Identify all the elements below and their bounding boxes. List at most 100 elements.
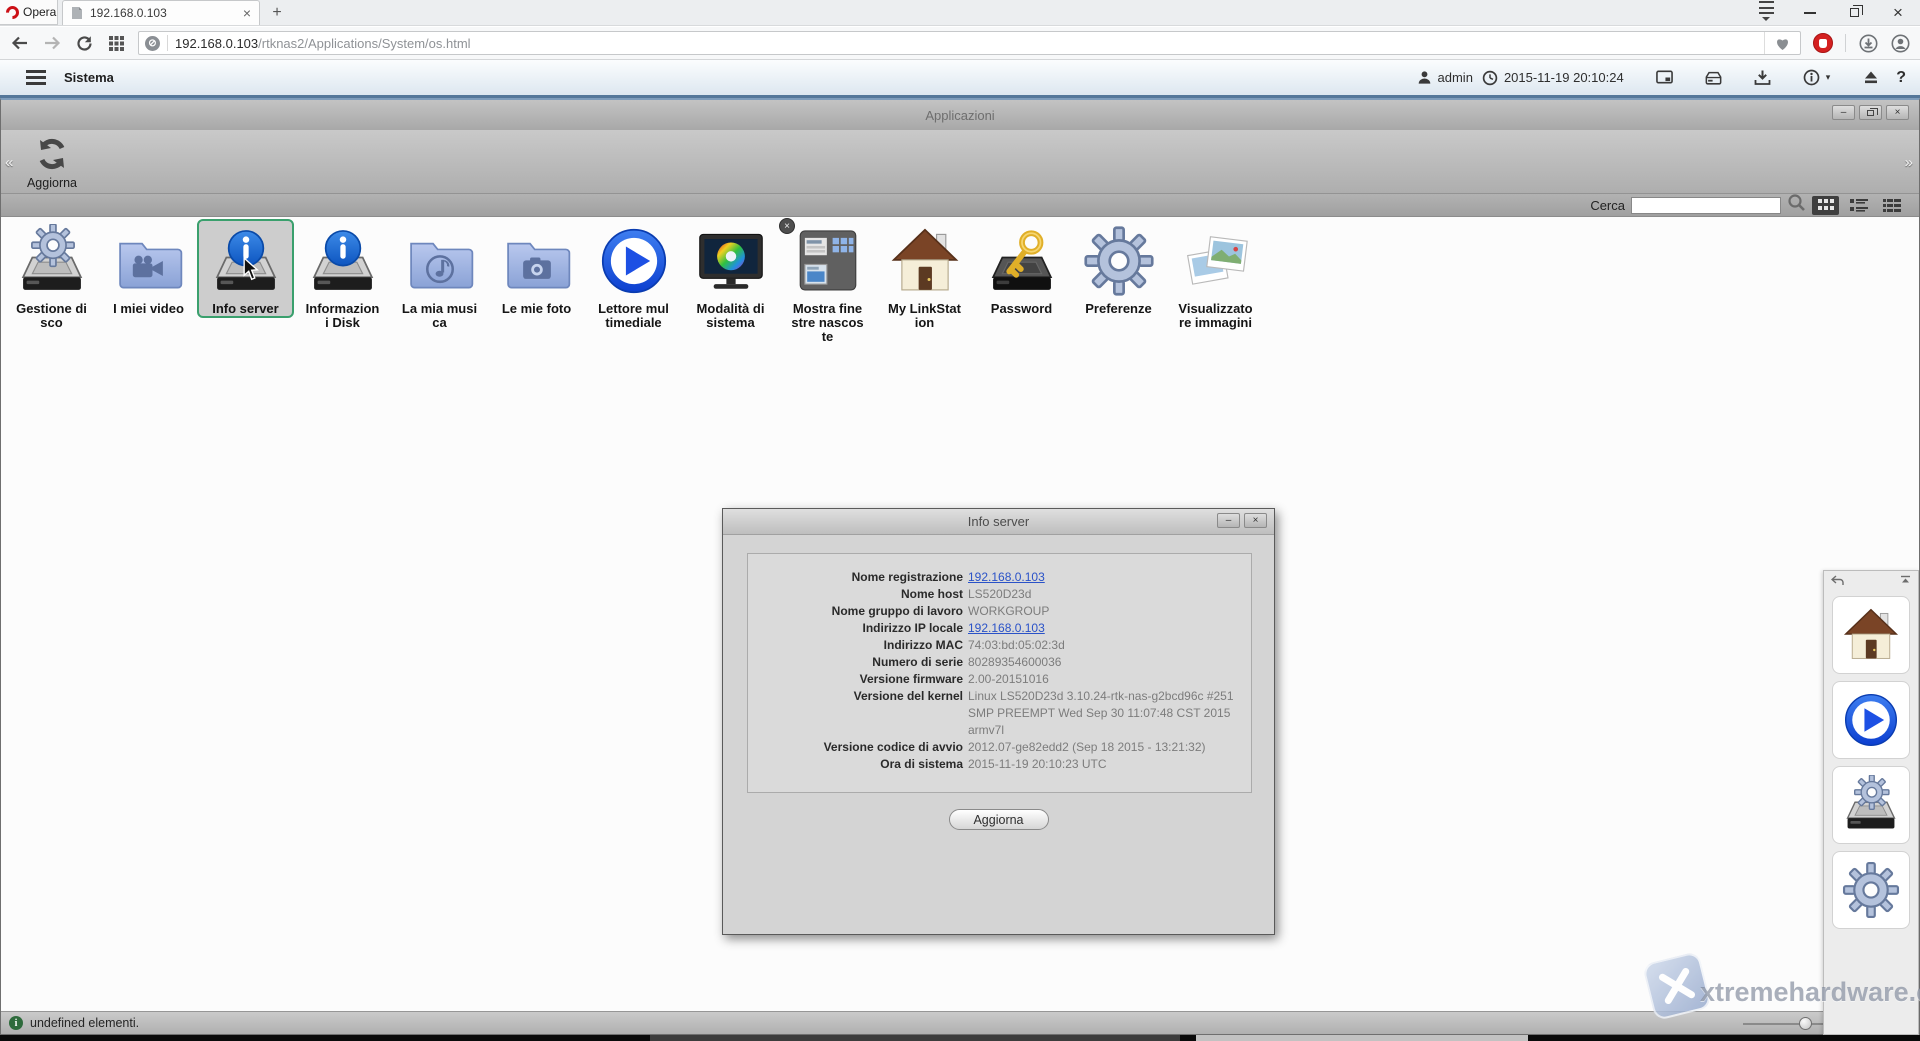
collapse-toolbar-icon[interactable]: « <box>5 154 13 171</box>
downloads-icon[interactable] <box>1858 33 1878 53</box>
app-item[interactable]: Gestione disco <box>3 219 100 330</box>
app-item[interactable]: × Mostra finestre nascoste <box>779 219 876 344</box>
browser-tab-bar: Opera 192.168.0.103 × + × <box>0 0 1920 26</box>
new-tab-button[interactable]: + <box>260 0 294 25</box>
panel-back-icon[interactable] <box>1831 573 1844 591</box>
applications-titlebar[interactable]: Applicazioni – × <box>1 100 1919 130</box>
system-clock[interactable]: 2015-11-19 20:10:24 <box>1482 69 1624 86</box>
app-label: Le mie foto <box>502 302 571 316</box>
speed-dial-button[interactable] <box>106 33 126 53</box>
help-button[interactable]: ? <box>1896 69 1906 87</box>
applications-title: Applicazioni <box>925 108 994 123</box>
row-label: Nome host <box>748 586 968 603</box>
zoom-slider-knob[interactable] <box>1799 1017 1812 1030</box>
search-icon[interactable] <box>1787 193 1806 217</box>
url-field[interactable]: ⊘ 192.168.0.103/rtknas2/Applications/Sys… <box>138 31 1801 55</box>
gear-icon <box>1082 224 1156 298</box>
display-settings-icon[interactable] <box>1656 69 1673 86</box>
window-restore-button[interactable] <box>1859 105 1882 120</box>
bookmark-heart-icon[interactable] <box>1764 32 1800 54</box>
search-label: Cerca <box>1590 198 1625 213</box>
account-avatar-icon[interactable] <box>1890 33 1910 53</box>
view-details-button[interactable] <box>1878 196 1905 215</box>
close-button[interactable]: × <box>1876 0 1920 26</box>
dialog-refresh-button[interactable]: Aggiorna <box>949 809 1049 830</box>
dialog-row: Ora di sistema 2015-11-19 20:10:23 UTC <box>748 756 1251 773</box>
status-info-icon: i <box>9 1016 23 1030</box>
dropdown-arrow-icon: ▾ <box>1826 72 1831 83</box>
clock-icon <box>1482 69 1499 86</box>
url-host: 192.168.0.103 <box>175 36 258 51</box>
app-item[interactable]: Le mie foto <box>488 219 585 316</box>
menubar-title[interactable]: Sistema <box>64 70 114 85</box>
app-grid: Gestione disco I miei video Info server … <box>3 219 1264 344</box>
app-item[interactable]: My LinkStation <box>876 219 973 330</box>
reload-button[interactable] <box>74 33 94 53</box>
app-item[interactable]: Lettore multimediale <box>585 219 682 330</box>
panel-tile[interactable] <box>1832 851 1910 929</box>
back-button[interactable] <box>10 33 30 53</box>
app-label: Visualizzatore immagini <box>1178 302 1252 330</box>
logged-user[interactable]: admin <box>1416 69 1473 86</box>
tab-close-icon[interactable]: × <box>243 5 251 21</box>
taskbar-strip <box>0 1035 1920 1041</box>
panel-tile[interactable] <box>1832 596 1910 674</box>
opera-menu-button[interactable]: Opera <box>0 0 58 25</box>
quick-launch-panel <box>1823 570 1919 1035</box>
panel-tile[interactable] <box>1832 766 1910 844</box>
row-value: WORKGROUP <box>968 603 1251 620</box>
play-icon <box>1841 690 1901 750</box>
forward-button[interactable] <box>42 33 62 53</box>
status-bar: i undefined elementi. <box>1 1011 1919 1034</box>
row-label: Versione codice di avvio <box>748 739 968 756</box>
download-tray-icon[interactable] <box>1754 69 1771 86</box>
url-text[interactable]: 192.168.0.103/rtknas2/Applications/Syste… <box>175 36 1764 51</box>
view-grid-button[interactable] <box>1812 196 1839 215</box>
minimize-button[interactable] <box>1788 0 1832 26</box>
row-value: 192.168.0.103 <box>968 620 1251 637</box>
more-toolbar-icon[interactable]: » <box>1905 154 1913 171</box>
screen: Opera 192.168.0.103 × + × <box>0 0 1920 1041</box>
hamburger-menu-icon[interactable] <box>26 70 46 85</box>
app-item[interactable]: Visualizzatore immagini <box>1167 219 1264 330</box>
dialog-minimize-button[interactable]: – <box>1217 513 1240 528</box>
app-item[interactable]: Modalità disistema <box>682 219 779 330</box>
refresh-button[interactable]: Aggiorna <box>23 134 81 190</box>
app-label: My LinkStation <box>888 302 961 330</box>
info-menu[interactable]: ▾ <box>1803 69 1831 86</box>
panel-tile[interactable] <box>1832 681 1910 759</box>
dialog-row: Versione del kernel Linux LS520D23d 3.10… <box>748 688 1251 739</box>
app-item[interactable]: Preferenze <box>1070 219 1167 316</box>
key-disk-icon <box>985 224 1059 298</box>
search-input[interactable] <box>1631 197 1781 214</box>
dialog-row: Versione codice di avvio 2012.07-ge82edd… <box>748 739 1251 756</box>
view-list-button[interactable] <box>1845 196 1872 215</box>
info-icon <box>1803 69 1820 86</box>
close-hidden-badge-icon[interactable]: × <box>779 218 795 234</box>
app-item[interactable]: Password <box>973 219 1070 316</box>
app-item[interactable]: La mia musica <box>391 219 488 330</box>
app-label: Info server <box>212 302 278 316</box>
eject-icon[interactable] <box>1862 69 1879 86</box>
blocked-content-icon[interactable] <box>1813 33 1833 53</box>
app-item[interactable]: Informazioni Disk <box>294 219 391 330</box>
browser-tab[interactable]: 192.168.0.103 × <box>62 0 260 25</box>
dialog-close-button[interactable]: × <box>1244 513 1267 528</box>
app-item[interactable]: I miei video <box>100 219 197 316</box>
folder-photo-icon <box>500 224 574 298</box>
restore-button[interactable] <box>1832 0 1876 26</box>
row-label: Versione del kernel <box>748 688 968 739</box>
dialog-row: Nome host LS520D23d <box>748 586 1251 603</box>
opera-sidebar-menu-icon[interactable] <box>1744 0 1788 26</box>
app-label: Modalità disistema <box>697 302 765 330</box>
site-badge-icon[interactable]: ⊘ <box>145 36 160 51</box>
panel-collapse-icon[interactable] <box>1900 573 1911 591</box>
window-close-button[interactable]: × <box>1886 105 1909 120</box>
info-server-dialog: Info server – × Nome registrazione 192.1… <box>722 508 1275 935</box>
window-minimize-button[interactable]: – <box>1832 105 1855 120</box>
app-item[interactable]: Info server <box>197 219 294 318</box>
row-label: Nome registrazione <box>748 569 968 586</box>
disk-drive-icon[interactable] <box>1705 69 1722 86</box>
dialog-titlebar[interactable]: Info server – × <box>723 509 1274 535</box>
opera-logo-icon <box>3 3 21 21</box>
